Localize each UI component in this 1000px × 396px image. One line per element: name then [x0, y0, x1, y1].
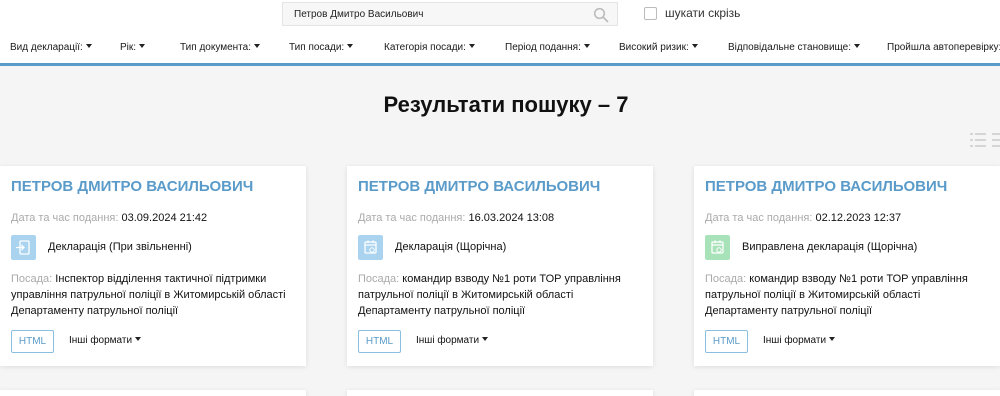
- date-value: 03.09.2024 21:42: [121, 212, 208, 224]
- position-label: Посада:: [705, 273, 747, 285]
- filter-document-type[interactable]: Тип документа:: [180, 42, 260, 53]
- submission-date: Дата та час подання: 03.09.2024 21:42: [11, 212, 207, 224]
- document-type: Декларація (Щорічна): [395, 241, 507, 253]
- annual-calendar-icon: [358, 235, 383, 260]
- search-box: [282, 2, 618, 26]
- caret-down-icon: [691, 44, 698, 48]
- filter-label: Пройшла автоперевірку:: [887, 42, 1000, 53]
- position-label: Посада:: [358, 273, 400, 285]
- caret-down-icon: [583, 44, 590, 48]
- html-button[interactable]: HTML: [705, 330, 748, 353]
- other-formats-dropdown[interactable]: Інші формати: [763, 335, 836, 346]
- filter-year[interactable]: Рік:: [120, 42, 146, 53]
- caret-down-icon: [347, 44, 354, 48]
- date-label: Дата та час подання:: [705, 212, 813, 224]
- date-label: Дата та час подання:: [358, 212, 466, 224]
- caret-down-icon: [85, 44, 92, 48]
- declaration-card: ПЕТРОВ ДМИТРО ВАСИЛЬОВИЧ Дата та час под…: [694, 166, 1000, 366]
- position-info: Посада: командир взводу №1 роти ТОР упра…: [705, 271, 995, 319]
- submission-date: Дата та час подання: 16.03.2024 13:08: [358, 212, 554, 224]
- exit-document-icon: [11, 235, 36, 260]
- declarant-name-link[interactable]: ПЕТРОВ ДМИТРО ВАСИЛЬОВИЧ: [11, 178, 253, 195]
- filter-label: Високий ризик:: [619, 42, 689, 53]
- filter-label: Відповідальне становище:: [728, 42, 852, 53]
- declarant-name-link[interactable]: ПЕТРОВ ДМИТРО ВАСИЛЬОВИЧ: [705, 178, 947, 195]
- html-button[interactable]: HTML: [358, 330, 401, 353]
- filter-responsible-position[interactable]: Відповідальне становище:: [728, 42, 861, 53]
- filter-high-risk[interactable]: Високий ризик:: [619, 42, 698, 53]
- top-search-bar: шукати скрізь Вид декларації: Рік: Тип д…: [0, 0, 1000, 66]
- filter-label: Вид декларації:: [10, 42, 83, 53]
- other-formats-dropdown[interactable]: Інші формати: [69, 335, 142, 346]
- filter-label: Рік:: [120, 42, 137, 53]
- caret-down-icon: [854, 44, 861, 48]
- declaration-card: ПЕТРОВ ДМИТРО ВАСИЛЬОВИЧ Дата та час под…: [347, 166, 653, 366]
- date-label: Дата та час подання:: [11, 212, 119, 224]
- list-view-icon[interactable]: [970, 132, 986, 148]
- declaration-card-next: [694, 390, 1000, 396]
- search-everywhere-label: шукати скрізь: [665, 6, 741, 20]
- filter-label: Тип документа:: [180, 42, 251, 53]
- filter-position-type[interactable]: Тип посади:: [289, 42, 354, 53]
- filter-position-category[interactable]: Категорія посади:: [384, 42, 475, 53]
- document-type: Виправлена декларація (Щорічна): [742, 241, 918, 253]
- search-icon[interactable]: [593, 7, 609, 23]
- position-label: Посада:: [11, 273, 53, 285]
- caret-down-icon: [254, 44, 260, 48]
- declaration-card: ПЕТРОВ ДМИТРО ВАСИЛЬОВИЧ Дата та час под…: [0, 166, 306, 366]
- other-formats-label: Інші формати: [69, 335, 133, 346]
- submission-date: Дата та час подання: 02.12.2023 12:37: [705, 212, 901, 224]
- declarant-name-link[interactable]: ПЕТРОВ ДМИТРО ВАСИЛЬОВИЧ: [358, 178, 600, 195]
- document-type: Декларація (При звільненні): [48, 241, 192, 253]
- filter-label: Тип посади:: [289, 42, 345, 53]
- date-value: 02.12.2023 12:37: [815, 212, 902, 224]
- caret-down-icon: [468, 44, 475, 48]
- search-everywhere-checkbox[interactable]: [644, 6, 657, 20]
- html-button[interactable]: HTML: [11, 330, 54, 353]
- caret-down-icon: [139, 44, 146, 48]
- results-title: Результати пошуку – 7: [383, 92, 629, 117]
- declaration-card-next: [347, 390, 653, 396]
- position-value: Інспектор відділення тактичної підтримки…: [11, 273, 286, 317]
- corrected-calendar-icon: [705, 235, 730, 260]
- other-formats-label: Інші формати: [763, 335, 827, 346]
- filter-declaration-kind[interactable]: Вид декларації:: [10, 42, 92, 53]
- filter-label: Період подання:: [505, 42, 581, 53]
- position-info: Посада: командир взводу №1 роти ТОР упра…: [358, 271, 648, 319]
- filter-bar: Вид декларації: Рік: Тип документа: Тип …: [0, 42, 1000, 54]
- caret-down-icon: [829, 337, 836, 341]
- search-everywhere-option[interactable]: шукати скрізь: [644, 6, 740, 20]
- grid-view-icon[interactable]: [992, 132, 1000, 148]
- date-value: 16.03.2024 13:08: [468, 212, 555, 224]
- filter-submission-period[interactable]: Період подання:: [505, 42, 590, 53]
- other-formats-dropdown[interactable]: Інші формати: [416, 335, 489, 346]
- position-info: Посада: Інспектор відділення тактичної п…: [11, 271, 301, 319]
- filter-label: Категорія посади:: [384, 42, 466, 53]
- other-formats-label: Інші формати: [416, 335, 480, 346]
- caret-down-icon: [135, 337, 142, 341]
- filter-auto-check[interactable]: Пройшла автоперевірку:: [887, 42, 1000, 53]
- caret-down-icon: [482, 337, 489, 341]
- declaration-card-next: [0, 390, 306, 396]
- search-input[interactable]: [283, 3, 583, 25]
